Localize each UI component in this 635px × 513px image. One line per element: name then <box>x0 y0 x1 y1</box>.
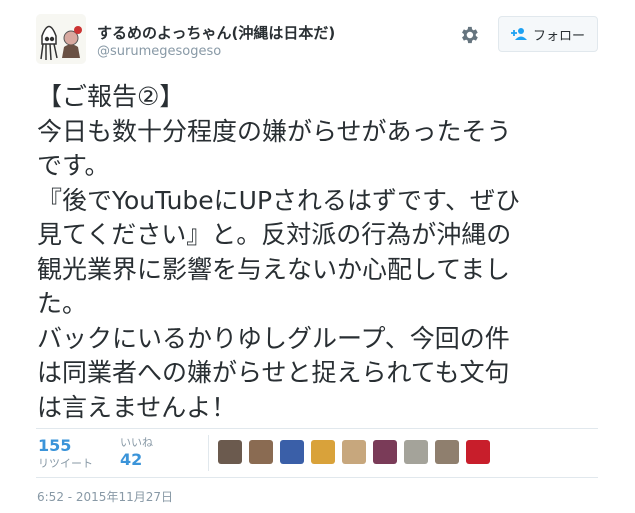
liker-avatar[interactable] <box>466 440 490 464</box>
liker-avatar[interactable] <box>404 440 428 464</box>
like-stat[interactable]: いいね 42 <box>120 434 153 469</box>
liker-avatar[interactable] <box>249 440 273 464</box>
follow-button-label: フォロー <box>532 28 585 44</box>
retweet-stat[interactable]: 155 リツイート <box>38 436 93 471</box>
follow-person-plus-icon <box>510 28 527 40</box>
follow-button[interactable]: フォロー <box>498 16 598 52</box>
retweet-count: 155 <box>38 436 72 455</box>
stats-bottom-divider <box>36 477 598 478</box>
author-handle[interactable]: @surumegesogeso <box>97 44 221 59</box>
liker-avatar[interactable] <box>280 440 304 464</box>
like-label: いいね <box>120 436 153 449</box>
stats-top-divider <box>36 428 598 429</box>
tweet-timestamp[interactable]: 6:52 - 2015年11月27日 <box>37 488 173 505</box>
author-name[interactable]: するめのよっちゃん(沖縄は日本だ) <box>97 22 335 43</box>
retweet-label: リツイート <box>38 457 93 470</box>
liker-avatar[interactable] <box>342 440 366 464</box>
liker-avatar[interactable] <box>218 440 242 464</box>
stats-separator <box>208 435 209 471</box>
liker-avatar[interactable] <box>435 440 459 464</box>
author-avatar[interactable] <box>36 14 86 64</box>
liker-avatar[interactable] <box>311 440 335 464</box>
squid-avatar-icon <box>36 14 86 64</box>
tweet-text: 【ご報告②】 今日も数十分程度の嫌がらせがあったそう です。 『後でYouTub… <box>37 82 521 422</box>
gear-icon[interactable] <box>458 24 480 46</box>
like-count: 42 <box>120 450 143 469</box>
liker-avatar[interactable] <box>373 440 397 464</box>
liker-avatars <box>218 440 490 464</box>
